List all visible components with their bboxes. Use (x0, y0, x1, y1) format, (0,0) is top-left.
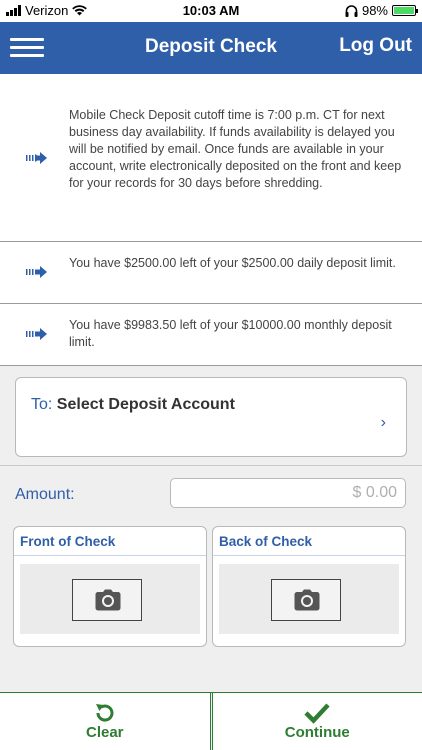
notice-cutoff: Mobile Check Deposit cutoff time is 7:00… (0, 74, 422, 242)
amount-input[interactable] (170, 478, 406, 508)
status-right: 98% (345, 3, 418, 18)
nav-bar: Deposit Check Log Out (0, 22, 422, 74)
arrow-right-icon (26, 328, 47, 340)
checkmark-icon (304, 703, 330, 724)
select-account-button[interactable]: To: Select Deposit Account › (15, 377, 407, 457)
notice-text: You have $9983.50 left of your $10000.00… (69, 318, 392, 349)
to-prefix: To: (31, 396, 57, 413)
battery-percent: 98% (361, 3, 388, 18)
notice-monthly-limit: You have $9983.50 left of your $10000.00… (0, 304, 422, 366)
camera-icon (95, 589, 121, 611)
back-of-check-capture[interactable]: Back of Check (212, 526, 406, 647)
clear-label: Clear (85, 724, 124, 741)
back-photo-area (219, 564, 399, 634)
chevron-right-icon: › (380, 414, 386, 431)
headphones-icon (345, 4, 358, 17)
front-of-check-label: Front of Check (20, 534, 116, 549)
amount-label: Amount: (15, 486, 75, 503)
camera-button[interactable] (72, 579, 142, 621)
action-bar: Clear Continue (0, 692, 422, 750)
front-photo-area (20, 564, 200, 634)
account-selector-label: To: Select Deposit Account (31, 396, 235, 414)
camera-icon (294, 589, 320, 611)
arrow-right-icon (26, 152, 47, 164)
logout-button[interactable]: Log Out (339, 35, 412, 57)
arrow-right-icon (26, 266, 47, 278)
status-bar: Verizon 10:03 AM 98% (0, 0, 422, 22)
divider (0, 465, 422, 466)
notice-text: Mobile Check Deposit cutoff time is 7:00… (69, 108, 402, 190)
battery-icon (392, 5, 418, 16)
account-placeholder: Select Deposit Account (56, 396, 235, 413)
divider (14, 555, 206, 556)
notice-daily-limit: You have $2500.00 left of your $2500.00 … (0, 242, 422, 304)
notice-text: You have $2500.00 left of your $2500.00 … (69, 256, 396, 270)
front-of-check-capture[interactable]: Front of Check (13, 526, 207, 647)
continue-label: Continue (284, 724, 350, 741)
camera-button[interactable] (271, 579, 341, 621)
divider (213, 555, 405, 556)
clear-button[interactable]: Clear (0, 693, 211, 750)
back-of-check-label: Back of Check (219, 534, 313, 549)
continue-button[interactable]: Continue (211, 693, 422, 750)
refresh-icon (95, 704, 114, 722)
